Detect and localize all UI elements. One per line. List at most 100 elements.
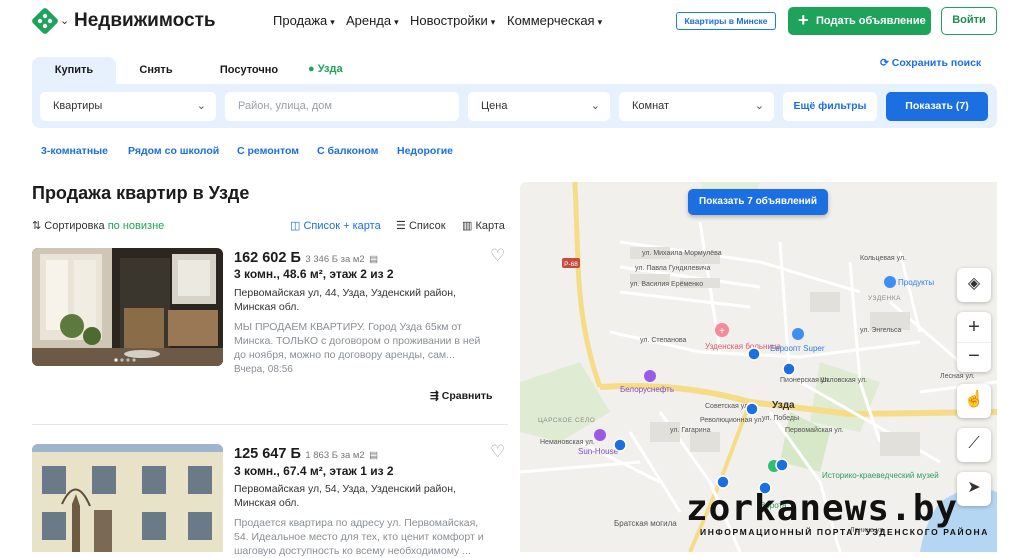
brand-name[interactable]: Недвижимость — [74, 10, 216, 32]
sort-control[interactable]: ⇅ Сортировка по новизне — [32, 219, 164, 232]
city-chip-minsk[interactable]: Квартиры в Минске — [676, 12, 776, 30]
nav-label: Аренда — [346, 13, 392, 28]
map-city-label: Узда — [772, 400, 795, 411]
nav-item-rent[interactable]: Аренда ▾ — [346, 13, 399, 28]
map-district-label: ЦАРСКОЕ СЕЛО — [538, 417, 595, 424]
post-ad-label: Подать объявление — [816, 15, 926, 27]
list-icon: ☰ — [396, 220, 406, 232]
map-marker[interactable] — [745, 402, 759, 416]
property-type-value: Квартиры — [53, 100, 103, 112]
quick-filter-balcony[interactable]: С балконом — [317, 145, 378, 157]
show-listings-map-button[interactable]: Показать 7 объявлений — [688, 189, 828, 215]
listing-address: Первомайская ул, 44, Узда, Узденский рай… — [234, 287, 456, 313]
zoom-in-icon[interactable]: + — [957, 312, 991, 342]
address-input[interactable]: Район, улица, дом — [225, 92, 459, 121]
favorite-heart-icon[interactable]: ♡ — [490, 442, 505, 462]
ruler-icon[interactable]: ⟋ — [957, 428, 991, 462]
location-chip[interactable]: ● Узда — [308, 63, 343, 75]
info-icon: ▤ — [369, 450, 379, 461]
zoom-out-icon[interactable]: − — [957, 342, 991, 372]
compare-icon: ⇶ — [430, 390, 439, 402]
rooms-select[interactable]: Комнат ⌄ — [619, 92, 774, 121]
map-street-label: Немановская ул. — [540, 439, 595, 446]
chevron-down-icon: ⌄ — [590, 100, 600, 112]
more-filters-button[interactable]: Ещё фильтры — [783, 92, 877, 121]
login-button[interactable]: Войти — [941, 7, 997, 35]
logo-icon[interactable] — [32, 8, 58, 34]
page-title: Продажа квартир в Узде — [32, 183, 250, 203]
caret-down-icon: ▾ — [394, 17, 399, 27]
listing-description: МЫ ПРОДАЕМ КВАРТИРУ. Город Узда 65км от … — [234, 321, 481, 361]
map-poi-label: Sun-House — [578, 447, 619, 456]
post-ad-button[interactable]: + Подать объявление — [788, 7, 931, 35]
quick-filter-cheap[interactable]: Недорогие — [397, 145, 453, 157]
zoom-control: + − — [957, 312, 991, 372]
map-marker[interactable] — [747, 347, 761, 361]
map-street-label: Кольцевая ул. — [860, 255, 906, 262]
nav-label: Коммерческая — [507, 13, 595, 28]
map-street-label: Пионерская ул. — [780, 377, 830, 384]
caret-down-icon: ▾ — [330, 17, 335, 27]
save-search-label: Сохранить поиск — [891, 57, 982, 69]
map-marker[interactable] — [716, 475, 730, 489]
tab-buy[interactable]: Купить — [32, 57, 116, 87]
split-view-icon: ◫ — [290, 220, 301, 232]
listing-price: 125 647 Б — [234, 446, 301, 462]
nav-item-commercial[interactable]: Коммерческая ▾ — [507, 13, 602, 28]
map-marker[interactable] — [775, 458, 789, 472]
listing-date: Вчера, 08:56 — [234, 364, 293, 375]
save-search-button[interactable]: ⟳ Сохранить поиск — [880, 57, 981, 69]
listing-price: 162 602 Б — [234, 250, 301, 266]
property-type-select[interactable]: Квартиры ⌄ — [40, 92, 216, 121]
show-results-button[interactable]: Показать (7) — [886, 92, 988, 121]
map-street-label: ул. Павла Гундилевича — [635, 265, 711, 272]
quick-filter-renovated[interactable]: С ремонтом — [237, 145, 299, 157]
listing-title[interactable]: 3 комн., 67.4 м², этаж 1 из 2 — [234, 464, 394, 478]
view-list-map[interactable]: ◫ Список + карта — [290, 219, 381, 232]
nav-label: Продажа — [273, 13, 328, 28]
road-badge-label: Р-68 — [564, 261, 578, 268]
plus-icon: + — [798, 10, 809, 30]
listing-photo[interactable] — [32, 444, 223, 552]
rooms-label: Комнат — [632, 100, 670, 112]
listing-photo[interactable] — [32, 248, 223, 366]
favorite-heart-icon[interactable]: ♡ — [490, 246, 505, 266]
map-marker[interactable] — [782, 362, 796, 376]
map-street-label: Советская ул. — [705, 403, 750, 410]
map-street-label: ул. Гагарина — [670, 427, 711, 434]
nav-item-sale[interactable]: Продажа ▾ — [273, 13, 335, 28]
caret-down-icon: ▾ — [490, 17, 496, 27]
watermark-subtitle: ИНФОРМАЦИОННЫЙ ПОРТАЛ УЗДЕНСКОГО РАЙОНА — [700, 527, 989, 537]
tab-daily[interactable]: Посуточно — [208, 57, 290, 87]
map-street-label: ул. Василия Ерёменко — [630, 281, 703, 288]
map-street-label: Революционная ул. — [700, 417, 764, 424]
map-poi-label: Историко-краеведческий музей — [822, 471, 939, 480]
quick-filter-near-school[interactable]: Рядом со школой — [128, 145, 219, 157]
map-poi-label: Белоруснефть — [620, 385, 674, 394]
view-label: Карта — [475, 220, 505, 232]
sort-value: по новизне — [107, 220, 165, 232]
nav-item-new-buildings[interactable]: Новостройки ▾ — [410, 13, 495, 28]
quick-filter-3-rooms[interactable]: 3-комнатные — [41, 145, 108, 157]
sort-icon: ⇅ — [32, 220, 42, 232]
listing-divider — [32, 424, 508, 425]
chevron-down-icon: ⌄ — [196, 100, 206, 112]
view-list[interactable]: ☰ Список — [396, 219, 446, 232]
layers-icon[interactable]: ◈ — [957, 268, 991, 302]
hand-draw-icon[interactable]: ☝ — [957, 384, 991, 418]
chevron-down-icon[interactable]: ⌄ — [60, 14, 69, 27]
listing-price-row: 162 602 Б 3 346 Б за м2 ▤ — [234, 249, 378, 267]
tab-rent[interactable]: Снять — [116, 57, 196, 87]
listing-title[interactable]: 3 комн., 48.6 м², этаж 2 из 2 — [234, 267, 394, 281]
price-label: Цена — [481, 100, 508, 112]
map-district-label: УЗДЕНКА — [868, 295, 901, 302]
top-navigation: ⌄ Недвижимость Продажа ▾ Аренда ▾ Новостро… — [0, 0, 1024, 44]
listing-price-per-m2: 1 863 Б за м2 — [305, 450, 365, 461]
view-map[interactable]: ▥ Карта — [462, 219, 505, 232]
hospital-icon: + — [719, 326, 725, 337]
map-marker[interactable] — [613, 438, 627, 452]
map-street-label: ул. Степанова — [640, 337, 686, 344]
sort-label: Сортировка — [44, 220, 105, 232]
price-select[interactable]: Цена ⌄ — [468, 92, 610, 121]
compare-button[interactable]: ⇶ Сравнить — [430, 390, 492, 402]
